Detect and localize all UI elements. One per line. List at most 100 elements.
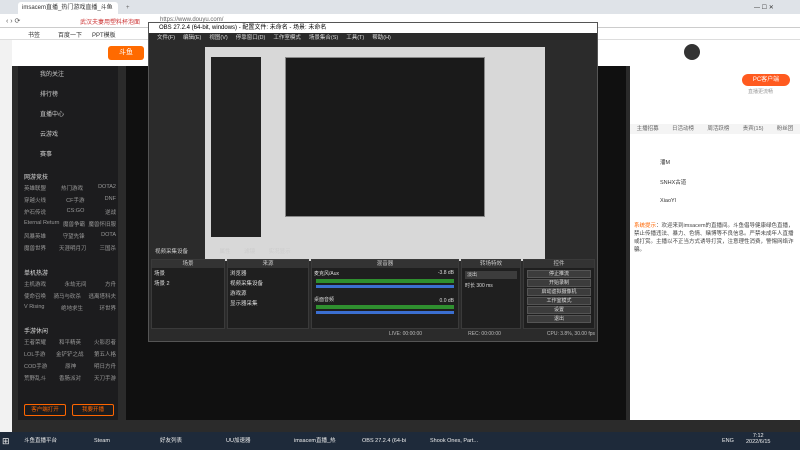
menu-scene-collection[interactable]: 场景集合(S): [309, 35, 338, 41]
settings-button[interactable]: 设置: [527, 306, 591, 314]
news-ticker[interactable]: 武汉夫妻用塑料杯泡面: [80, 17, 140, 26]
taskbar-item[interactable]: 好友列表: [160, 434, 182, 448]
menu-studio[interactable]: 工作室模式: [273, 35, 301, 41]
sidebar-row: 主机游戏 永劫无间 方舟: [24, 282, 116, 288]
menu-edit[interactable]: 编辑(E): [183, 35, 201, 41]
client-open-button[interactable]: 客户端打开: [24, 404, 66, 416]
sidebar-item-rank[interactable]: 排行榜: [18, 88, 118, 102]
window-controls[interactable]: — ☐ ✕: [750, 2, 778, 14]
obs-status-bar: LIVE: 00:00:00 REC: 00:00:00 CPU: 3.8%, …: [389, 331, 595, 339]
bookmark-item[interactable]: 书签: [28, 30, 40, 39]
source-item[interactable]: 显示器采集: [228, 298, 308, 308]
windows-taskbar: ⊞ 斗鱼直播平台 Steam 好友列表 UU加速器 imsacem直播_热 OB…: [0, 432, 800, 450]
start-recording-button[interactable]: 开始录制: [527, 279, 591, 287]
avatar[interactable]: [684, 44, 700, 60]
tab-vip[interactable]: 贵宾(15): [743, 124, 764, 134]
sidebar-item-follow[interactable]: 我的关注: [18, 68, 118, 82]
taskbar-item[interactable]: UU加速器: [226, 434, 250, 448]
scene-item[interactable]: 场景 2: [152, 278, 224, 288]
section-title: 单机热游: [24, 271, 49, 277]
taskbar-item[interactable]: imsacem直播_热: [294, 434, 336, 448]
sources-panel: 来源 浏览器 视频采集设备 游戏源 显示器采集: [227, 259, 309, 329]
pc-client-button[interactable]: PC客户端: [742, 74, 790, 86]
douyu-logo[interactable]: 斗鱼: [108, 46, 144, 60]
taskbar-item[interactable]: Steam: [94, 434, 110, 448]
source-item[interactable]: 游戏源: [228, 288, 308, 298]
sidebar-item-live-center[interactable]: 直播中心: [18, 108, 118, 122]
browser-tab-active[interactable]: imsacem直播_热门游戏直播_斗鱼: [18, 2, 118, 14]
menu-tools[interactable]: 工具(T): [346, 35, 364, 41]
exit-button[interactable]: 退出: [527, 315, 591, 323]
bookmark-item[interactable]: 百度一下: [58, 30, 82, 39]
rec-timer: REC: 00:00:00: [468, 331, 501, 337]
menu-docks[interactable]: 停靠窗口(D): [236, 35, 266, 41]
mixer-panel: 混音器 麦克风/Aux -3.8 dB 桌面音频 0.0 dB: [311, 259, 459, 329]
input-language[interactable]: ENG: [722, 434, 734, 448]
rank-user[interactable]: 潘M: [660, 158, 670, 166]
mixer-channel-name: 麦克风/Aux: [314, 271, 340, 277]
tab-fans[interactable]: 粉丝团: [777, 124, 794, 134]
stop-streaming-button[interactable]: 停止推流: [527, 270, 591, 278]
scenes-panel: 场景 场景 场景 2: [151, 259, 225, 329]
filters-button[interactable]: 滤镜: [244, 249, 255, 255]
sidebar-row: LOL手游 金铲铲之战 第五人格: [24, 352, 116, 358]
properties-button[interactable]: 属性: [220, 249, 231, 255]
section-title: 手游休闲: [24, 329, 49, 335]
pc-client-sub: 直播更流畅: [748, 89, 774, 95]
live-button[interactable]: 实况显示: [269, 249, 291, 255]
back-icon[interactable]: ‹ › ⟳: [6, 17, 20, 25]
sidebar-row: 炉石传说 CS:GO 逆战: [24, 208, 116, 216]
transitions-panel: 转场特效 淡出 时长 300 ms: [461, 259, 521, 329]
windows-start-icon[interactable]: ⊞: [2, 434, 10, 448]
duration-field: 时长 300 ms: [465, 283, 493, 289]
tab-recruit[interactable]: 主播招募: [637, 124, 659, 134]
left-sidebar: 我的关注 排行榜 直播中心 云游戏 赛事 网游竞技 英雄联盟 热门游戏 DOTA2 …: [18, 66, 118, 420]
start-stream-button[interactable]: 我要开播: [72, 404, 114, 416]
tab-daily[interactable]: 日活动榜: [672, 124, 694, 134]
sources-header: 来源: [228, 260, 308, 268]
mixer-channel-name: 桌面音频: [314, 297, 335, 303]
sidebar-row: 使命召唤 骑马与砍杀 逃离塔科夫: [24, 294, 116, 300]
obs-preview-canvas[interactable]: [205, 47, 545, 261]
bookmark-item[interactable]: PPT模板: [92, 30, 116, 39]
source-toolbar: 视频采集设备 属性 滤镜 实况显示: [151, 247, 595, 257]
transition-select[interactable]: 淡出: [465, 271, 517, 279]
rank-user[interactable]: XiaoYl: [660, 198, 676, 204]
virtual-camera-button[interactable]: 启动虚拟摄像机: [527, 288, 591, 296]
source-item[interactable]: 浏览器: [228, 268, 308, 278]
taskbar-item[interactable]: 斗鱼直播平台: [24, 434, 57, 448]
sidebar-row: COD手游 原神 明日方舟: [24, 364, 116, 370]
clock[interactable]: 7:12 2022/6/15: [746, 433, 770, 445]
cpu-fps: CPU: 3.8%, 30.00 fps: [546, 331, 595, 337]
tab-weekly[interactable]: 周活跃榜: [707, 124, 729, 134]
obs-menu-bar: 文件(F) 编辑(E) 视图(V) 停靠窗口(D) 工作室模式 场景集合(S) 工具(T) 帮…: [149, 33, 597, 43]
sidebar-item-cloud-game[interactable]: 云游戏: [18, 128, 118, 142]
menu-file[interactable]: 文件(F): [157, 35, 175, 41]
sidebar-row: 王者荣耀 和平精英 火影忍者: [24, 340, 116, 346]
studio-mode-button[interactable]: 工作室模式: [527, 297, 591, 305]
mixer-channel-db: -3.8 dB: [437, 270, 454, 276]
rank-tabs: 主播招募 日活动榜 周活跃榜 贵宾(15) 粉丝团: [630, 124, 800, 134]
scenes-header: 场景: [152, 260, 224, 268]
live-timer: LIVE: 00:00:00: [389, 331, 423, 337]
browser-side-rail: [0, 40, 12, 432]
taskbar-item[interactable]: OBS 27.2.4 (64-bi: [362, 434, 406, 448]
right-panel: PC客户端 直播更流畅 主播招募 日活动榜 周活跃榜 贵宾(15) 粉丝团 潘M…: [630, 66, 800, 420]
source-item[interactable]: 视频采集设备: [228, 278, 308, 288]
taskbar-item[interactable]: Shook Ones, Part...: [430, 434, 478, 448]
volume-slider[interactable]: [316, 285, 454, 288]
menu-view[interactable]: 视图(V): [209, 35, 227, 41]
source-selected: 视频采集设备: [155, 249, 189, 255]
menu-help[interactable]: 帮助(H): [372, 35, 391, 41]
transitions-header: 转场特效: [462, 260, 520, 268]
new-tab-button[interactable]: +: [122, 2, 134, 14]
sidebar-row: 魔兽世界 天涯明月刀 三国杀: [24, 246, 116, 252]
rank-user[interactable]: SNHX古道: [660, 178, 686, 186]
volume-slider[interactable]: [316, 311, 454, 314]
scene-item[interactable]: 场景: [152, 268, 224, 278]
preview-nested-sidebar: [211, 57, 261, 237]
preview-nested-obs: [285, 57, 485, 217]
system-message: 系统提示：欢迎来到imsacem的直播间。斗鱼倡导健康绿色直播，禁止传播违法、暴…: [634, 223, 794, 253]
sidebar-item-esports[interactable]: 赛事: [18, 148, 118, 162]
browser-tab-bar: imsacem直播_热门游戏直播_斗鱼 + — ☐ ✕: [0, 0, 800, 14]
